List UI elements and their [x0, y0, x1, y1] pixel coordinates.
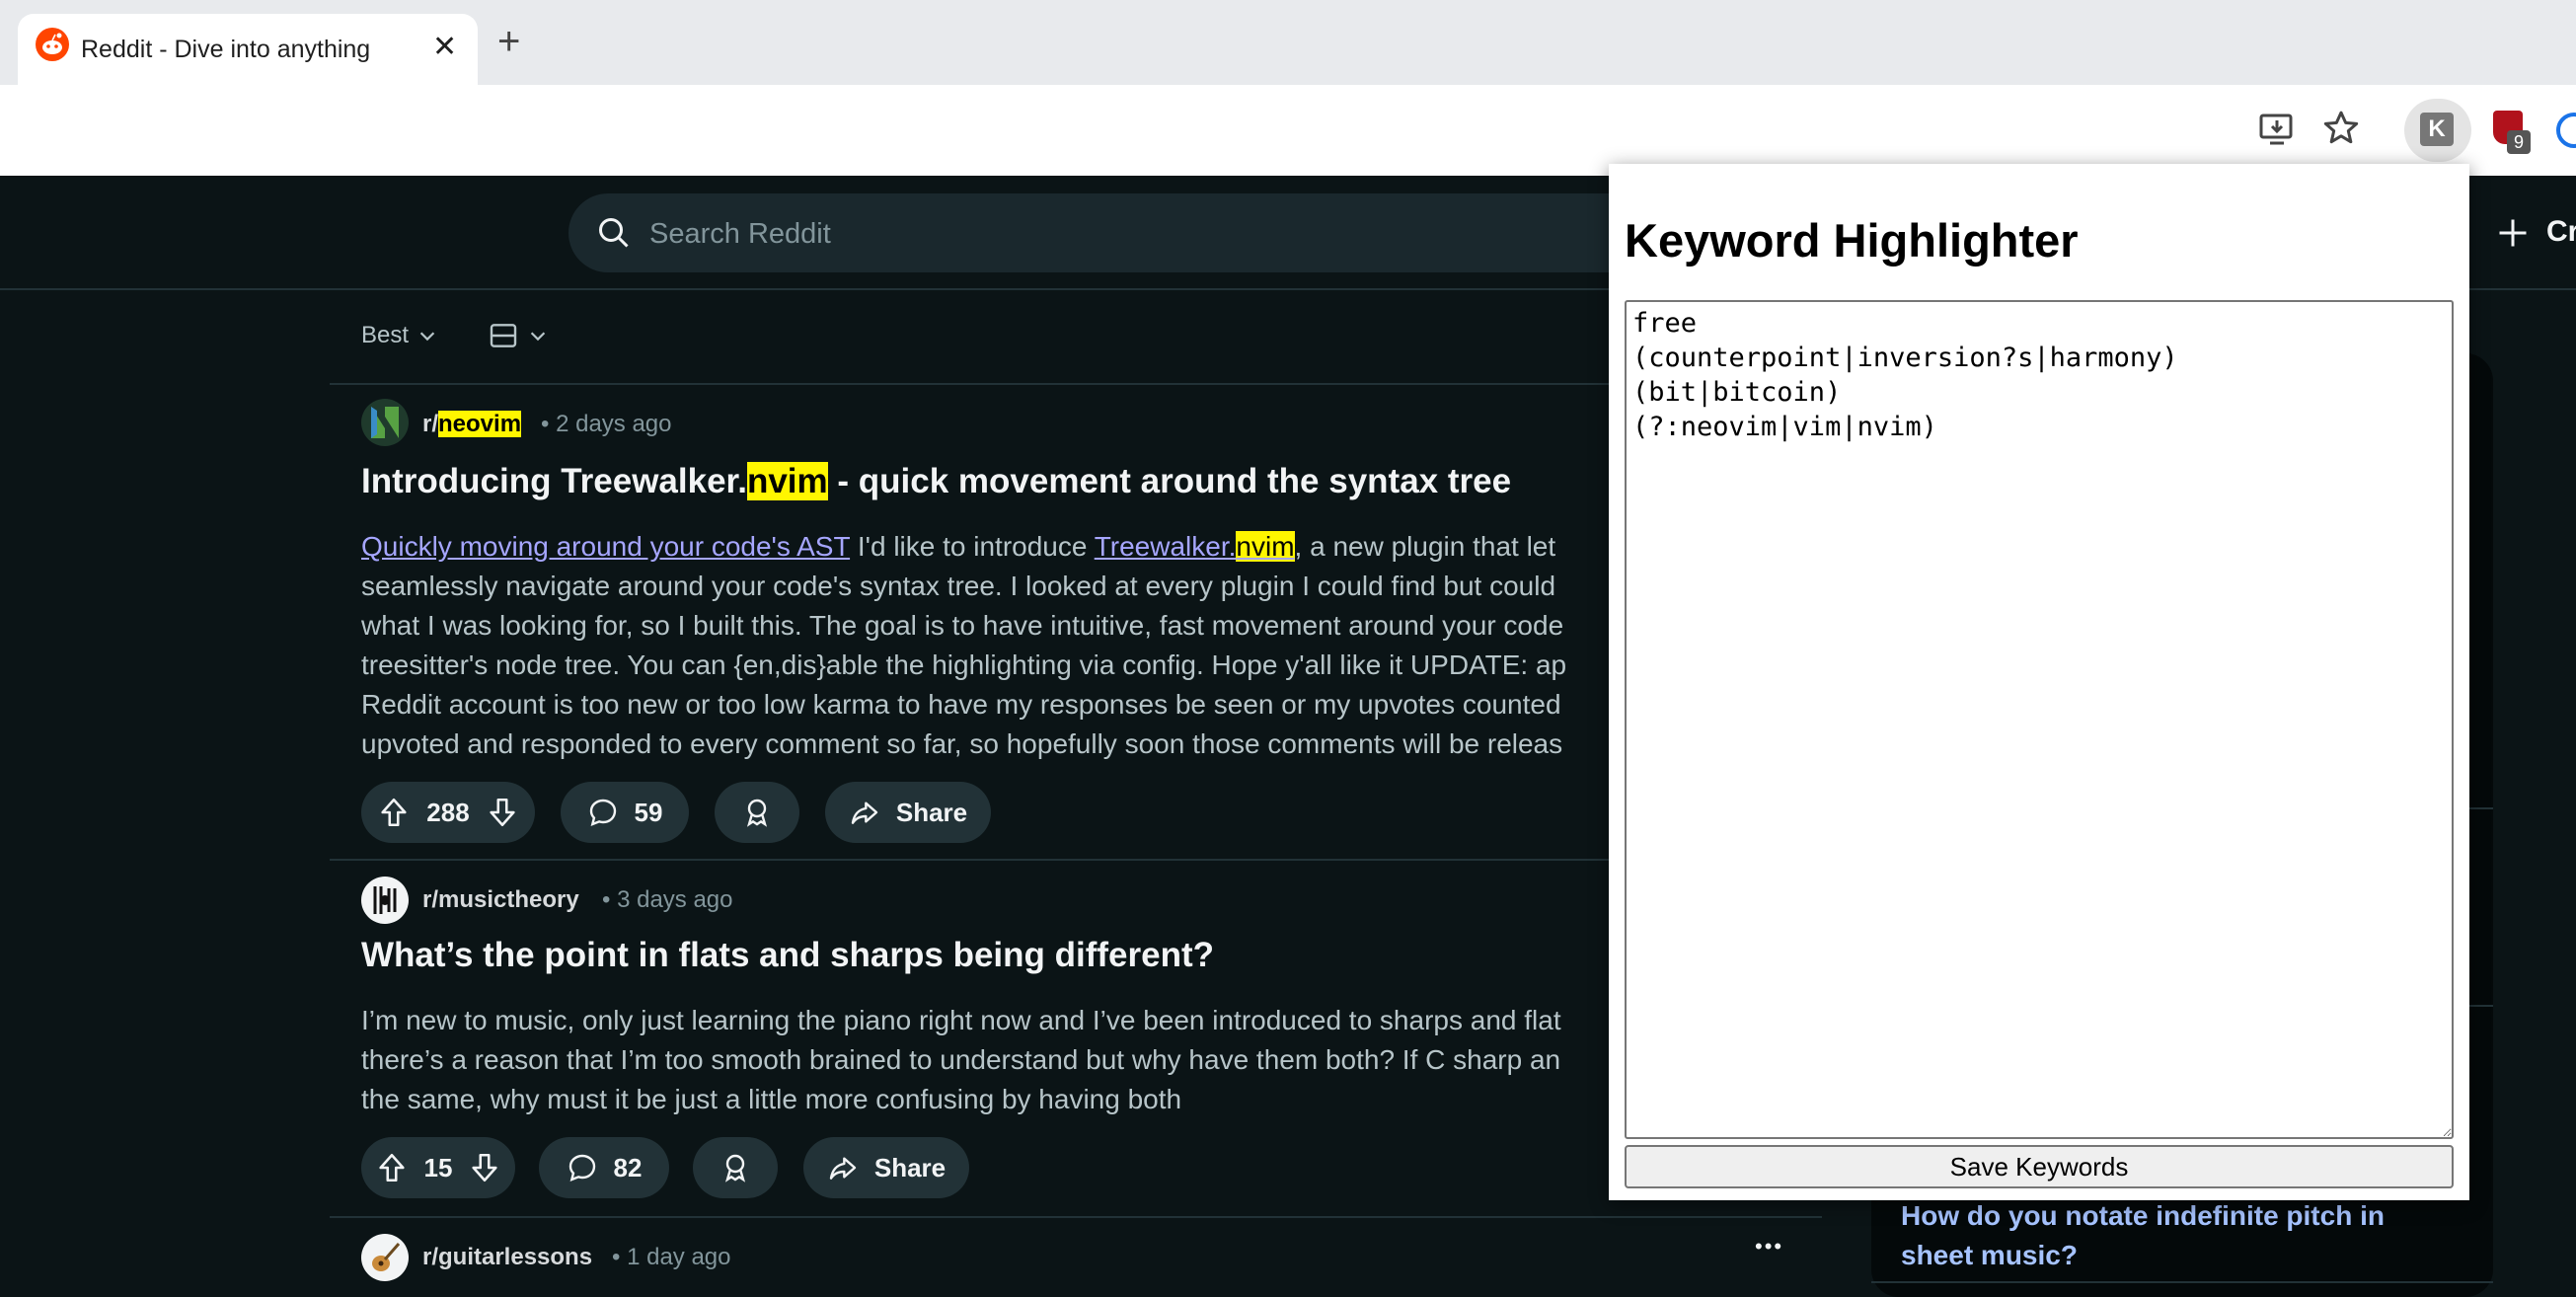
keywords-textarea[interactable]: free (counterpoint|inversion?s|harmony) …: [1625, 300, 2454, 1139]
view-toggle[interactable]: [488, 320, 549, 351]
subreddit-link[interactable]: r/neovim: [422, 411, 522, 438]
chevron-down-icon: [530, 332, 546, 342]
sort-dropdown[interactable]: Best: [361, 322, 438, 349]
award-icon: [746, 799, 768, 827]
upvote-icon[interactable]: [375, 1151, 409, 1184]
search-icon: [599, 218, 629, 248]
profile-avatar-icon[interactable]: [2556, 113, 2576, 148]
plus-icon[interactable]: [2495, 215, 2531, 251]
treewalker-link[interactable]: Treewalker.nvim: [1095, 531, 1295, 562]
neovim-logo-icon: [361, 399, 409, 446]
comment-count: 59: [634, 797, 663, 827]
tab-title: Reddit - Dive into anything: [81, 36, 371, 63]
popup-title: Keyword Highlighter: [1625, 214, 2079, 267]
reddit-favicon-icon: [36, 28, 69, 61]
more-options-icon[interactable]: •••: [1755, 1234, 1783, 1259]
post-time: • 2 days ago: [541, 411, 672, 437]
card-view-icon: [490, 324, 517, 347]
save-keywords-button[interactable]: Save Keywords: [1625, 1145, 2454, 1188]
share-label: Share: [895, 797, 968, 827]
browser-tab-strip: Reddit - Dive into anything ✕ +: [0, 0, 2576, 85]
post-time-text: 2 days ago: [556, 411, 672, 437]
post-body: Quickly moving around your code's AST I'…: [361, 531, 1567, 759]
post-body: I’m new to music, only just learning the…: [361, 1005, 1561, 1114]
subreddit-link[interactable]: r/musictheory: [422, 886, 579, 914]
bookmark-star-icon[interactable]: [2321, 109, 2361, 148]
post-title-highlight: nvim: [746, 462, 828, 500]
install-app-icon[interactable]: [2258, 111, 2296, 148]
share-icon: [829, 1157, 857, 1180]
keyword-highlighter-popup: Keyword Highlighter free (counterpoint|i…: [1609, 164, 2469, 1200]
award-button[interactable]: [715, 782, 799, 843]
share-button[interactable]: Share: [803, 1137, 969, 1198]
browser-tab-reddit[interactable]: Reddit - Dive into anything ✕: [18, 14, 478, 85]
search-input[interactable]: [647, 209, 1540, 259]
post-time: • 3 days ago: [602, 886, 733, 913]
extension-button-active[interactable]: K: [2404, 99, 2471, 162]
comments-button[interactable]: 82: [539, 1137, 669, 1198]
subreddit-name-highlight: neovim: [438, 411, 522, 437]
vote-count: 288: [426, 797, 470, 827]
sidebar-post-link[interactable]: How do you notate indefinite pitch in sh…: [1901, 1196, 2454, 1275]
divider: [330, 1216, 1822, 1218]
divider: [330, 859, 1822, 861]
chevron-down-icon: [419, 332, 435, 342]
subreddit-prefix: r/: [422, 411, 439, 437]
vote-control[interactable]: 288: [361, 782, 535, 843]
share-icon: [851, 801, 878, 824]
post-title[interactable]: Introducing Treewalker.nvim - quick move…: [361, 462, 1511, 501]
share-button[interactable]: Share: [825, 782, 991, 843]
downvote-icon[interactable]: [486, 796, 519, 829]
post-title-post: - quick movement around the syntax tree: [827, 462, 1512, 500]
post-title[interactable]: What’s the point in flats and sharps bei…: [361, 936, 1214, 975]
award-button[interactable]: [693, 1137, 778, 1198]
upvote-icon[interactable]: [377, 796, 411, 829]
create-button[interactable]: Cr: [2546, 215, 2576, 249]
downvote-icon[interactable]: [468, 1151, 501, 1184]
comments-button[interactable]: 59: [561, 782, 689, 843]
subreddit-link[interactable]: r/guitarlessons: [422, 1244, 592, 1271]
vote-count: 15: [423, 1152, 453, 1183]
sort-label: Best: [361, 322, 410, 348]
vote-control[interactable]: 15: [361, 1137, 515, 1198]
post-time-text: 1 day ago: [627, 1244, 731, 1270]
search-bar[interactable]: [568, 193, 1654, 272]
divider: [330, 383, 1822, 385]
musictheory-logo-icon: [361, 877, 409, 924]
guitarlessons-logo-icon: [361, 1234, 409, 1281]
comment-icon: [589, 799, 616, 826]
post-time: • 1 day ago: [612, 1244, 731, 1270]
tab-close-icon[interactable]: ✕: [432, 30, 457, 64]
comment-icon: [568, 1154, 595, 1182]
post-body-link[interactable]: Quickly moving around your code's AST: [361, 531, 850, 562]
keyword-highlighter-extension-icon: K: [2420, 113, 2454, 146]
extension-badge-count: 9: [2507, 130, 2531, 154]
post-title-pre: Introducing Treewalker.: [361, 462, 747, 500]
share-label: Share: [873, 1152, 947, 1183]
post-time-text: 3 days ago: [617, 886, 733, 913]
new-tab-button[interactable]: +: [497, 22, 520, 61]
comment-count: 82: [613, 1152, 643, 1183]
award-icon: [724, 1154, 746, 1183]
